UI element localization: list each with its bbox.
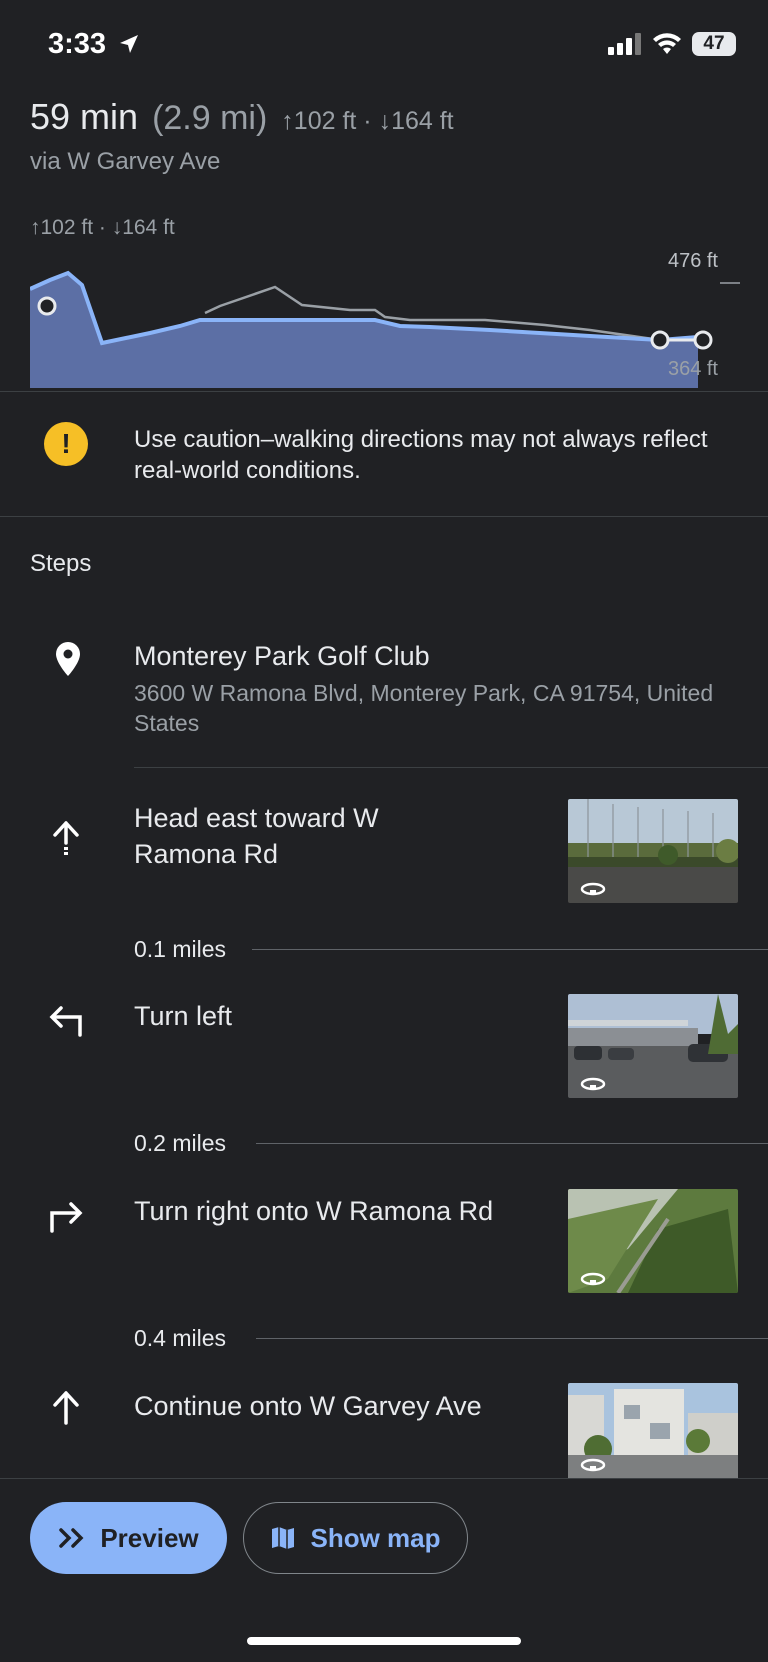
turn-left-icon [46,1000,86,1040]
battery-indicator: 47 [692,32,736,56]
street-view-thumbnail[interactable] [568,1383,738,1479]
map-pin-icon [48,640,88,680]
elevation-min-label: 364 ft [668,358,718,380]
divider [134,767,768,768]
preview-button[interactable]: Preview [30,1502,227,1574]
location-arrow-icon [120,35,139,53]
step-instruction[interactable]: Turn right onto W Ramona Rd [134,1193,554,1229]
show-map-label: Show map [310,1522,441,1553]
step-instruction[interactable]: Continue onto W Garvey Ave [134,1388,554,1424]
route-elevation: ↑102 ft · ↓164 ft [281,107,454,135]
turn-right-icon [46,1196,86,1236]
preview-label: Preview [100,1522,199,1553]
street-view-thumbnail[interactable] [568,994,738,1098]
elevation-chart: 476 ft 364 ft [30,250,740,388]
route-duration: 59 min [30,96,139,137]
elevation-max-label: 476 ft [668,250,718,272]
signal-icon [608,33,641,55]
destination-name[interactable]: Monterey Park Golf Club [134,638,734,674]
divider [256,1143,768,1144]
status-time-text: 3:33 [48,28,107,60]
step-distance: 0.4 miles [134,1325,227,1351]
divider [0,391,768,392]
route-distance: (2.9 mi) [152,99,268,137]
street-view-icon [580,882,606,896]
divider [256,1338,768,1339]
caution-text: Use caution–walking directions may not a… [134,426,708,484]
route-summary: 59 min (2.9 mi) ↑102 ft · ↓164 ft [30,96,454,138]
elevation-summary: ↑102 ft · ↓164 ft [30,216,175,239]
street-view-thumbnail[interactable] [568,1189,738,1293]
street-view-icon [580,1458,606,1472]
status-icons: 47 [608,32,736,56]
step-instruction[interactable]: Turn left [134,998,464,1034]
destination-address: 3600 W Ramona Blvd, Monterey Park, CA 91… [134,680,714,736]
steps-title: Steps [30,550,92,577]
wifi-icon [653,33,681,54]
caution-icon: ! [44,422,88,466]
end-marker-2 [693,330,713,350]
route-via: via W Garvey Ave [30,148,221,175]
straight-arrow-icon [46,1388,86,1428]
start-marker [37,296,57,316]
step-instruction[interactable]: Head east toward W Ramona Rd [134,800,464,872]
divider [252,949,768,950]
step-distance: 0.2 miles [134,1130,227,1156]
street-view-thumbnail[interactable] [568,799,738,903]
divider [0,516,768,517]
battery-level: 47 [703,33,725,54]
street-view-icon [580,1077,606,1091]
status-time: 3:33 [48,28,140,61]
show-map-button[interactable]: Show map [243,1502,468,1574]
straight-arrow-icon [46,818,86,858]
map-icon [272,1527,295,1549]
end-marker-1 [650,330,670,350]
step-distance: 0.1 miles [134,936,227,962]
home-indicator[interactable] [247,1637,521,1645]
street-view-icon [580,1272,606,1286]
double-chevron-icon [59,1528,84,1548]
